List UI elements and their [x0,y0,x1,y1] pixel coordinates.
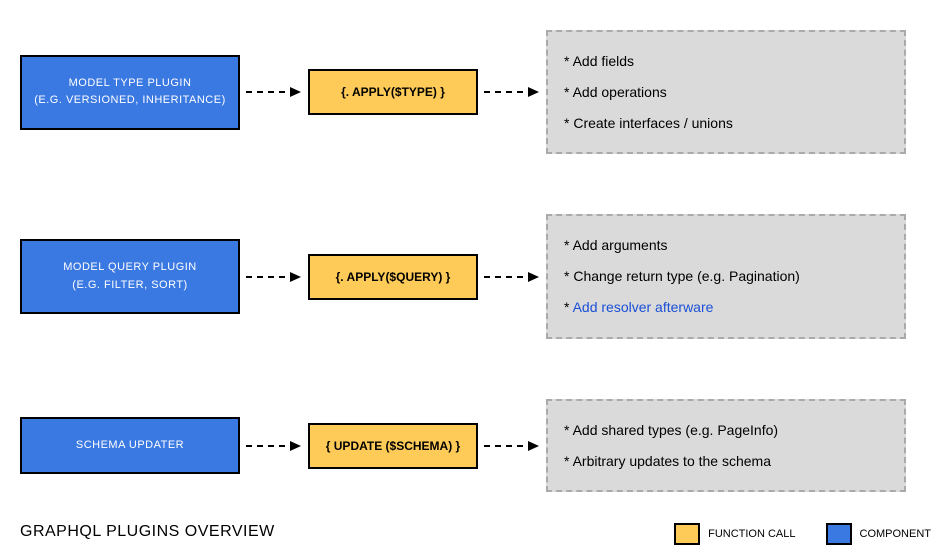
arrow-icon [484,269,540,285]
diagram-row: MODEL QUERY PLUGIN(E.G. FILTER, SORT) {. … [20,214,931,338]
description-line: * Add arguments [564,230,888,261]
legend: FUNCTION CALL COMPONENT [674,523,931,545]
arrow-icon [246,84,302,100]
description-line: * Add shared types (e.g. PageInfo) [564,415,888,446]
legend-swatch-component [826,523,852,545]
arrow-icon [484,84,540,100]
description-line: * Add resolver afterware [564,292,888,323]
arrow-icon [246,269,302,285]
description-line: * Add fields [564,46,888,77]
function-box: {. APPLY($QUERY) } [308,254,478,300]
component-line1: MODEL QUERY PLUGIN [32,259,228,277]
arrow-icon [246,438,302,454]
description-line: * Create interfaces / unions [564,108,888,139]
description-line: * Add operations [564,77,888,108]
legend-item-function: FUNCTION CALL [674,523,795,545]
function-box: {. APPLY($TYPE) } [308,69,478,115]
legend-swatch-function [674,523,700,545]
description-line: * Arbitrary updates to the schema [564,446,888,477]
component-box: MODEL QUERY PLUGIN(E.G. FILTER, SORT) [20,239,240,314]
component-line2: (E.G. FILTER, SORT) [32,277,228,295]
diagram-rows: MODEL TYPE PLUGIN(E.G. VERSIONED, INHERI… [20,30,931,492]
description-box: * Add fields* Add operations* Create int… [546,30,906,154]
legend-label-component: COMPONENT [860,528,932,540]
function-box: { UPDATE ($SCHEMA) } [308,423,478,469]
legend-label-function: FUNCTION CALL [708,528,795,540]
legend-item-component: COMPONENT [826,523,932,545]
description-line: * Change return type (e.g. Pagination) [564,261,888,292]
arrow-icon [484,438,540,454]
description-box: * Add shared types (e.g. PageInfo)* Arbi… [546,399,906,493]
description-box: * Add arguments* Change return type (e.g… [546,214,906,338]
component-box: MODEL TYPE PLUGIN(E.G. VERSIONED, INHERI… [20,55,240,130]
diagram-title: GRAPHQL PLUGINS OVERVIEW [20,523,275,541]
diagram-row: SCHEMA UPDATER { UPDATE ($SCHEMA) } * Add … [20,399,931,493]
description-link[interactable]: Add resolver afterware [573,299,714,315]
component-box: SCHEMA UPDATER [20,417,240,475]
component-line1: MODEL TYPE PLUGIN [32,75,228,93]
component-line2: (E.G. VERSIONED, INHERITANCE) [32,92,228,110]
component-line1: SCHEMA UPDATER [32,437,228,455]
diagram-row: MODEL TYPE PLUGIN(E.G. VERSIONED, INHERI… [20,30,931,154]
